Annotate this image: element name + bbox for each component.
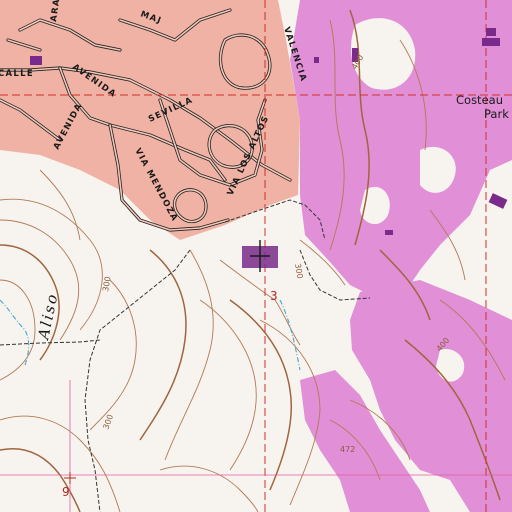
elev-300-b: 300 — [293, 263, 305, 280]
label-calle: CALLE — [0, 69, 34, 79]
label-aliso: Aliso — [34, 291, 62, 343]
section-3: 3 — [270, 289, 278, 303]
trails — [0, 199, 371, 512]
section-9: 9 — [62, 485, 70, 499]
elev-472: 472 — [340, 445, 355, 454]
label-park: Park — [484, 107, 509, 121]
elev-300-a: 300 — [101, 276, 113, 293]
benchmark-marks — [64, 472, 76, 484]
topographic-map: CALLE AVENIDA AVENIDA ARA MAJ SEVILLA VI… — [0, 0, 512, 512]
label-costeau: Costeau — [456, 93, 503, 107]
church-symbol-icon — [242, 240, 278, 272]
aliso-creek — [0, 299, 30, 366]
